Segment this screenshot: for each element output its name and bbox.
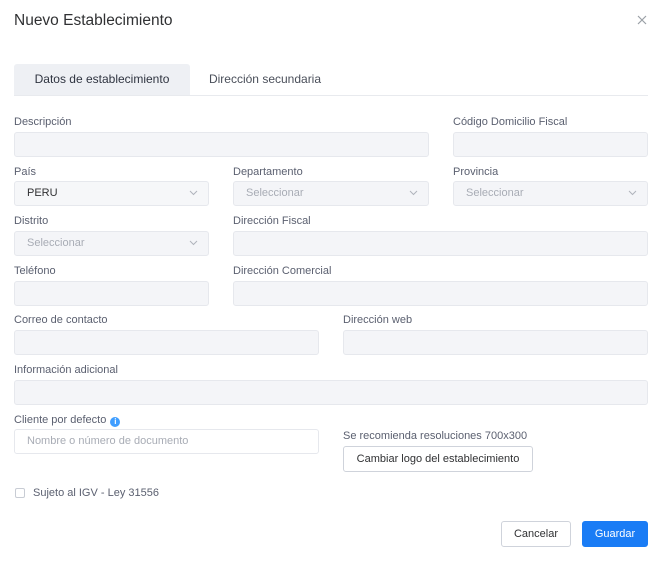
cliente-por-defecto-text: Cliente por defecto: [14, 414, 107, 426]
direccion-fiscal-label: Dirección Fiscal: [233, 215, 311, 227]
telefono-label: Teléfono: [14, 265, 56, 277]
direccion-web-input[interactable]: [343, 330, 648, 355]
cliente-por-defecto-label: Cliente por defecto i: [14, 414, 121, 427]
direccion-fiscal-input[interactable]: [233, 231, 648, 256]
igv-checkbox-label[interactable]: Sujeto al IGV - Ley 31556: [33, 487, 159, 499]
logo-resolution-hint: Se recomienda resoluciones 700x300: [343, 430, 528, 442]
distrito-select[interactable]: Seleccionar: [14, 231, 209, 256]
tab-bar: Datos de establecimiento Dirección secun…: [14, 64, 648, 96]
cliente-por-defecto-input[interactable]: Nombre o número de documento: [14, 429, 319, 454]
departamento-label: Departamento: [233, 166, 303, 178]
correo-contacto-label: Correo de contacto: [14, 314, 108, 326]
chevron-down-icon: [628, 190, 637, 196]
cancel-button[interactable]: Cancelar: [501, 521, 571, 547]
igv-checkbox[interactable]: [15, 488, 25, 498]
tab-datos-establecimiento[interactable]: Datos de establecimiento: [14, 64, 190, 95]
direccion-comercial-label: Dirección Comercial: [233, 265, 332, 277]
distrito-select-placeholder: Seleccionar: [27, 237, 85, 249]
direccion-comercial-input[interactable]: [233, 281, 648, 306]
informacion-adicional-input[interactable]: [14, 380, 648, 405]
pais-select[interactable]: PERU: [14, 181, 209, 206]
correo-contacto-input[interactable]: [14, 330, 319, 355]
descripcion-label: Descripción: [14, 116, 72, 128]
telefono-input[interactable]: [14, 281, 209, 306]
pais-label: País: [14, 166, 37, 178]
change-logo-button[interactable]: Cambiar logo del establecimiento: [343, 446, 533, 472]
dialog-title: Nuevo Establecimiento: [14, 12, 173, 29]
codigo-domicilio-fiscal-input[interactable]: [453, 132, 648, 157]
save-button[interactable]: Guardar: [582, 521, 648, 547]
tab-direccion-secundaria[interactable]: Dirección secundaria: [192, 64, 338, 95]
close-icon[interactable]: [636, 14, 648, 26]
provincia-select[interactable]: Seleccionar: [453, 181, 648, 206]
info-icon[interactable]: i: [110, 417, 121, 427]
codigo-domicilio-fiscal-label: Código Domicilio Fiscal: [453, 116, 568, 128]
provincia-select-placeholder: Seleccionar: [466, 187, 524, 199]
provincia-label: Provincia: [453, 166, 499, 178]
chevron-down-icon: [189, 190, 198, 196]
direccion-web-label: Dirección web: [343, 314, 413, 326]
chevron-down-icon: [189, 240, 198, 246]
distrito-label: Distrito: [14, 215, 49, 227]
descripcion-input[interactable]: [14, 132, 429, 157]
pais-select-value: PERU: [27, 187, 58, 199]
informacion-adicional-label: Información adicional: [14, 364, 118, 376]
departamento-select-placeholder: Seleccionar: [246, 187, 304, 199]
establishment-dialog: Nuevo Establecimiento Datos de estableci…: [0, 0, 664, 571]
chevron-down-icon: [409, 190, 418, 196]
departamento-select[interactable]: Seleccionar: [233, 181, 429, 206]
